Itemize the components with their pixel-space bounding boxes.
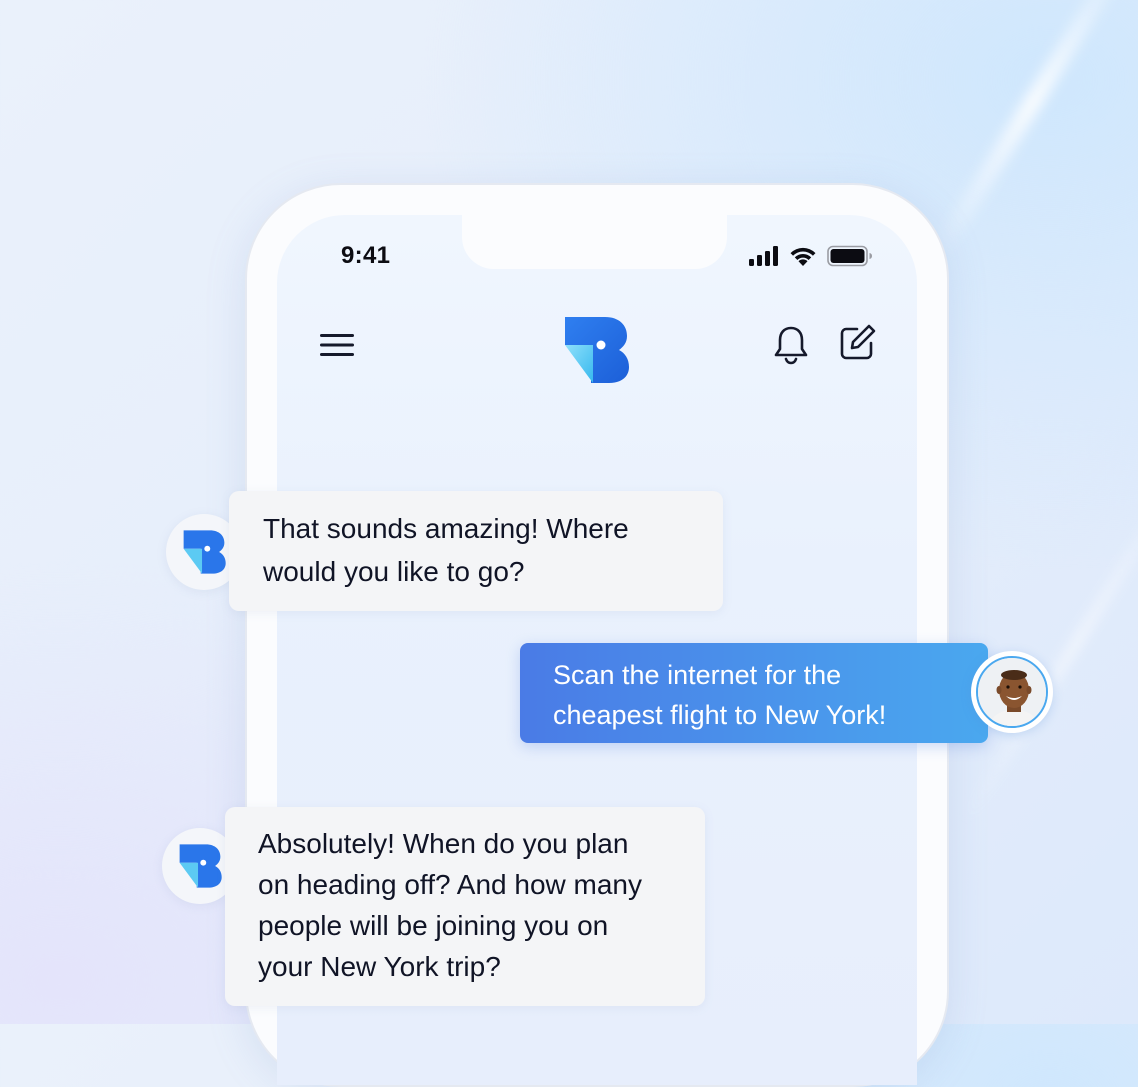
bot-message-bubble: Absolutely! When do you plan on heading … <box>225 807 705 1006</box>
background-light-streak <box>930 0 1137 260</box>
notifications-button[interactable] <box>771 325 811 369</box>
message-text-line: Absolutely! When do you plan <box>258 828 629 859</box>
smiling-person-icon <box>978 658 1046 726</box>
hamburger-menu-icon <box>319 331 355 364</box>
bot-message-bubble: That sounds amazing! Where would you lik… <box>229 491 723 611</box>
brand-b-logo <box>179 844 222 888</box>
message-text-line: on heading off? And how many <box>258 869 643 900</box>
brand-logo <box>561 315 631 385</box>
brand-b-logo <box>565 317 629 383</box>
message-text-line: people will be joining you on <box>258 910 609 941</box>
status-icons <box>749 245 873 272</box>
brand-b-logo <box>183 530 226 574</box>
bell-icon <box>773 325 809 370</box>
compose-icon <box>837 323 877 368</box>
user-avatar-photo <box>976 656 1048 728</box>
user-message-bubble: Scan the internet for the cheapest fligh… <box>520 643 988 743</box>
message-text-line: your New York trip? <box>258 951 501 982</box>
message-text-line: cheapest flight to New York! <box>553 700 887 730</box>
menu-button[interactable] <box>317 327 357 367</box>
phone-notch <box>462 215 727 269</box>
compose-button[interactable] <box>835 323 879 367</box>
status-time: 9:41 <box>341 242 391 269</box>
message-text-line: would you like to go? <box>263 556 525 587</box>
user-avatar <box>971 651 1053 733</box>
wifi-icon <box>789 246 817 271</box>
battery-icon <box>827 245 873 272</box>
message-text-line: Scan the internet for the <box>553 660 842 690</box>
message-text-line: That sounds amazing! Where <box>263 513 629 544</box>
cellular-signal-icon <box>749 246 779 271</box>
background-light-streak <box>960 463 1138 826</box>
